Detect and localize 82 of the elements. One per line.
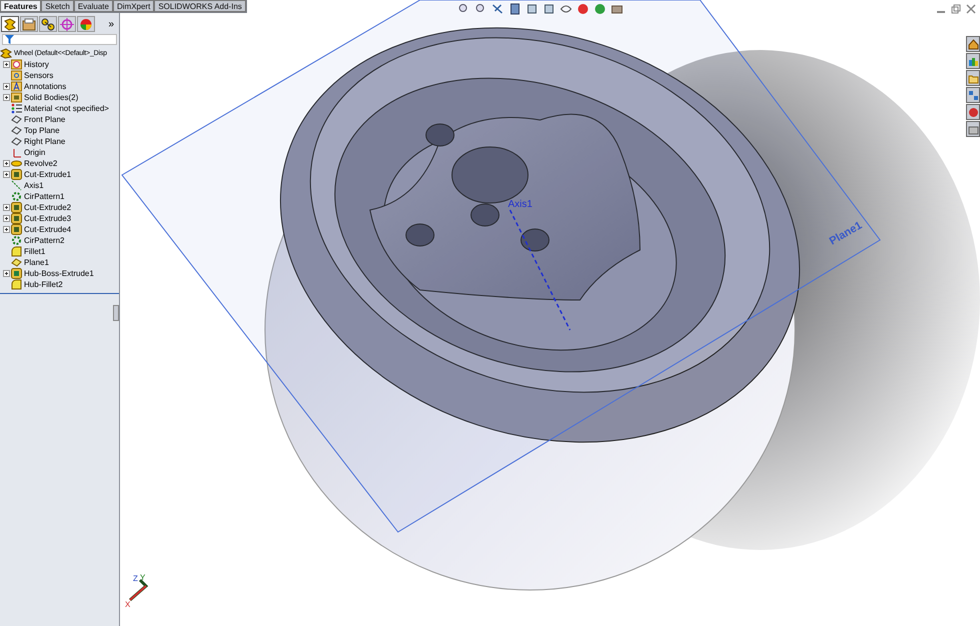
home-pane-tab[interactable] <box>966 36 980 52</box>
triad-z-label: Z <box>133 574 138 583</box>
feature-tree-item[interactable]: Cut-Extrude1 <box>24 170 72 179</box>
hide-show-icon[interactable] <box>560 3 572 15</box>
properties-icon <box>968 124 978 134</box>
property-tab-icon <box>22 18 36 30</box>
library-pane-tab[interactable] <box>966 53 980 69</box>
feature-tree-item[interactable]: Origin <box>24 148 46 157</box>
extrude-icon <box>11 169 22 180</box>
feature-tree-item[interactable]: CirPattern1 <box>24 192 64 201</box>
properties-pane-tab[interactable] <box>966 121 980 137</box>
feature-tree-item[interactable]: Plane1 <box>24 258 49 267</box>
plane-icon <box>11 125 22 136</box>
more-tabs-chevron[interactable]: » <box>108 18 118 30</box>
feature-tree-item[interactable]: Annotations <box>24 82 66 91</box>
expand-icon[interactable] <box>3 270 10 277</box>
feature-tree-item[interactable]: Fillet1 <box>24 247 46 256</box>
bodies-icon <box>11 92 22 103</box>
feature-tree-item[interactable]: Front Plane <box>24 115 66 124</box>
palette-pane-tab[interactable] <box>966 87 980 103</box>
plane-icon <box>11 136 22 147</box>
triad-y-label: Y <box>140 573 146 582</box>
feature-tree-item[interactable]: Material <not specified> <box>24 104 109 113</box>
expand-icon[interactable] <box>3 94 10 101</box>
expand-icon[interactable] <box>3 160 10 167</box>
command-tab[interactable]: Evaluate <box>74 0 113 12</box>
config-tab[interactable] <box>39 16 57 32</box>
boss-icon <box>11 268 22 279</box>
fillet-icon <box>11 246 22 257</box>
feature-tree-item[interactable]: Top Plane <box>24 126 60 135</box>
expand-icon[interactable] <box>3 204 10 211</box>
extrude-icon <box>11 202 22 213</box>
expand-icon[interactable] <box>3 226 10 233</box>
feature-tree-item[interactable]: Axis1 <box>24 181 44 190</box>
command-tab[interactable]: Features <box>0 0 42 12</box>
config-tab-icon <box>41 18 55 30</box>
feature-tree-item[interactable]: Hub-Boss-Extrude1 <box>24 269 94 278</box>
feature-tree-item[interactable]: Solid Bodies(2) <box>24 93 78 102</box>
axis-icon <box>11 180 22 191</box>
expand-icon[interactable] <box>3 83 10 90</box>
display-tab[interactable] <box>77 16 95 32</box>
annotation-icon <box>11 81 22 92</box>
part-icon <box>0 48 12 59</box>
close-icon[interactable] <box>966 4 976 14</box>
feature-tree-item[interactable]: CirPattern2 <box>24 236 64 245</box>
command-tab[interactable]: DimXpert <box>112 0 154 12</box>
fillet-icon <box>11 279 22 290</box>
expand-icon[interactable] <box>3 61 10 68</box>
axis-label: Axis1 <box>508 199 532 210</box>
dimxpert-tab-icon <box>60 18 74 30</box>
expand-icon[interactable] <box>3 171 10 178</box>
feature-tree-item[interactable]: Right Plane <box>24 137 66 146</box>
appearance-pane-tab[interactable] <box>966 104 980 120</box>
feature-tab[interactable] <box>1 16 19 32</box>
feature-tree-item[interactable]: Sensors <box>24 71 54 80</box>
feature-tree-item[interactable]: Revolve2 <box>24 159 58 168</box>
origin-icon <box>11 147 22 158</box>
feature-tree-item[interactable]: Cut-Extrude3 <box>24 214 72 223</box>
extrude-icon <box>11 213 22 224</box>
feature-tree-item[interactable]: Cut-Extrude4 <box>24 225 72 234</box>
pattern-icon <box>11 235 22 246</box>
panel-splitter-handle[interactable] <box>113 305 119 321</box>
plane-icon <box>11 114 22 125</box>
expand-icon[interactable] <box>3 215 10 222</box>
command-tab[interactable]: SOLIDWORKS Add-Ins <box>154 0 246 12</box>
filter-field[interactable] <box>2 34 117 45</box>
refplane-icon <box>11 257 22 268</box>
folder-pane-tab[interactable] <box>966 70 980 86</box>
library-icon <box>968 56 978 66</box>
feature-tree-item[interactable]: Hub-Fillet2 <box>24 280 63 289</box>
extrude-icon <box>11 224 22 235</box>
property-tab[interactable] <box>20 16 38 32</box>
restore-icon[interactable] <box>951 4 961 14</box>
command-tab[interactable]: Sketch <box>41 0 74 12</box>
display-tab-icon <box>79 18 93 30</box>
feature-tree-item[interactable]: Cut-Extrude2 <box>24 203 72 212</box>
feature-tab-icon <box>3 18 17 30</box>
material-icon <box>11 103 22 114</box>
folder-icon <box>968 72 978 84</box>
triad-x-label: X <box>125 600 130 609</box>
feature-tree-item[interactable]: History <box>24 60 49 69</box>
pattern-icon <box>11 191 22 202</box>
